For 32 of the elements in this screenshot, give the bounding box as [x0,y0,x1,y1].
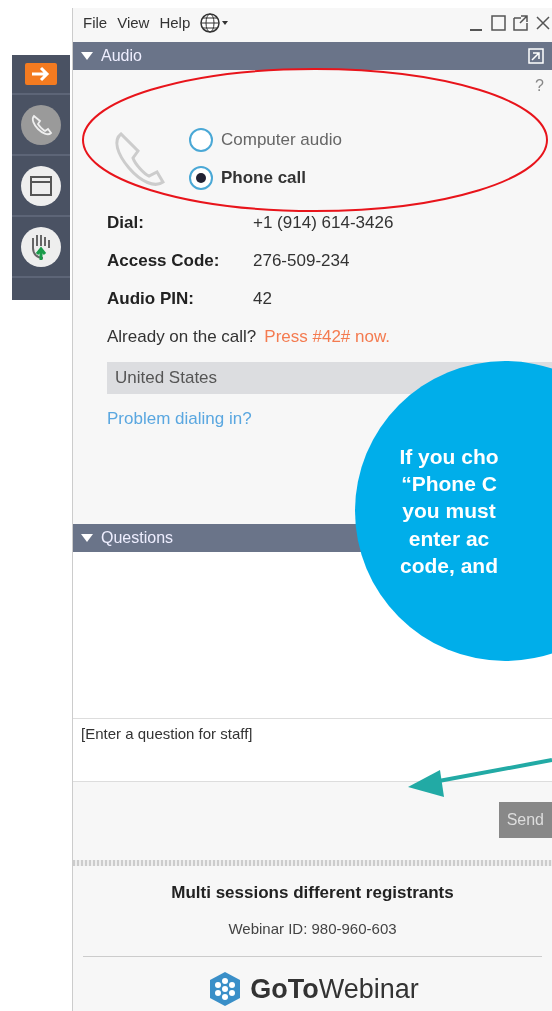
hand-icon[interactable] [20,225,62,268]
menu-item[interactable]: Help [159,11,191,35]
close-icon[interactable] [534,14,552,32]
session-title: Multi sessions different registrants [170,882,455,904]
detail-value: 42 [253,288,272,311]
option-label[interactable]: Computer audio [221,127,342,153]
option-label[interactable]: Phone call [221,165,307,191]
help-icon[interactable]: ? [535,74,544,98]
radio-button[interactable] [189,166,213,190]
instruction-text: Press #42# now. [264,326,391,349]
popout-icon[interactable] [512,14,530,32]
detail-label: Dial: [107,212,145,235]
collapse-caret-icon[interactable] [81,534,93,542]
webinar-id: Webinar ID: 980-960-603 [227,918,398,939]
question-field[interactable]: [Enter a question for staff] [73,718,552,782]
collapse-caret-icon[interactable] [81,52,93,60]
popout-icon[interactable] [528,48,544,64]
prompt-text: Already on the call? [107,326,257,349]
panel-title: Audio [101,46,142,66]
logo-wordmark: GoToWebinar [250,973,419,1006]
maximize-icon[interactable] [490,14,508,32]
language-icon[interactable] [200,13,231,33]
detail-value: 276-509-234 [253,250,350,273]
window-icon[interactable] [20,164,62,207]
menu-item[interactable]: File [83,11,108,35]
detail-label: Access Code: [107,250,221,273]
detail-label: Audio PIN: [107,288,195,311]
panel-title: Questions [101,528,174,548]
radio-button[interactable] [189,128,213,152]
detail-value: +1 (914) 614-3426 [253,212,394,235]
phone-icon[interactable] [20,103,62,146]
menu-item[interactable]: View [117,11,150,35]
